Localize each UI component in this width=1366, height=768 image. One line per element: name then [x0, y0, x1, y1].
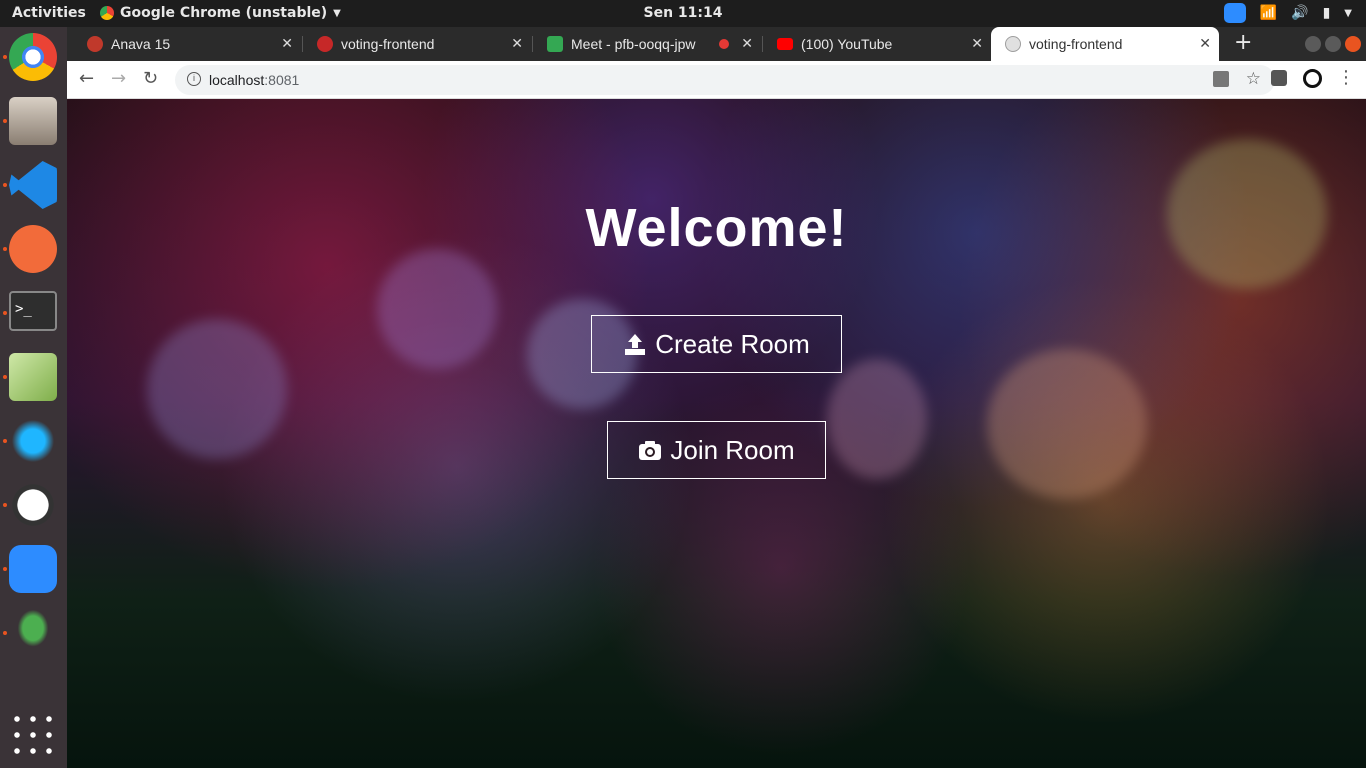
background-bokeh: [147, 319, 287, 459]
create-room-button[interactable]: Create Room: [591, 315, 842, 373]
close-icon[interactable]: ✕: [281, 35, 293, 52]
dock: >_: [0, 27, 67, 768]
youtube-icon: [777, 38, 793, 50]
running-indicator: [3, 567, 7, 571]
bookmark-star-icon[interactable]: ☆: [1246, 69, 1261, 89]
splash-app-icon[interactable]: [9, 417, 57, 465]
zoom-tray-icon[interactable]: [1223, 3, 1246, 23]
running-indicator: [3, 503, 7, 507]
running-indicator: [3, 119, 7, 123]
tab[interactable]: (100) YouTube ✕: [763, 27, 991, 61]
zoom-icon[interactable]: [9, 545, 57, 593]
tab-title: voting-frontend: [341, 36, 435, 52]
tab-favicon-icon: [547, 36, 563, 52]
background-bokeh: [827, 359, 927, 479]
terminal-icon[interactable]: >_: [9, 291, 57, 331]
tab-favicon-icon: [317, 36, 333, 52]
app-menu-label: Google Chrome (unstable): [120, 5, 328, 21]
background-bokeh: [987, 349, 1147, 499]
postman-icon[interactable]: [9, 225, 57, 273]
wifi-icon: 📶: [1259, 5, 1278, 21]
forward-arrow-icon[interactable]: →: [111, 68, 126, 89]
app-menu[interactable]: Google Chrome (unstable) ▼: [100, 5, 341, 21]
address-bar[interactable]: i localhost:8081 ☆: [175, 65, 1275, 95]
image-viewer-icon[interactable]: [9, 353, 57, 401]
tab-strip: Anava 15 ✕ voting-frontend ✕ Meet - pfb-…: [67, 27, 1366, 61]
tab[interactable]: Meet - pfb-ooqq-jpw ✕: [533, 27, 761, 61]
chrome-icon: [100, 6, 114, 20]
menu-kebab-icon[interactable]: ⋮: [1337, 67, 1355, 88]
translate-icon[interactable]: [1213, 71, 1229, 87]
page-title: Welcome!: [585, 198, 848, 258]
tab[interactable]: voting-frontend ✕: [303, 27, 531, 61]
chevron-down-icon: ▼: [1344, 7, 1352, 19]
reload-icon[interactable]: ↻: [143, 68, 158, 89]
browser-toolbar: ← → ↻ i localhost:8081 ☆ ⋮: [67, 61, 1366, 99]
app-grid-icon[interactable]: [9, 711, 57, 759]
extensions-icon[interactable]: [1271, 70, 1287, 86]
tab-title: Anava 15: [111, 36, 171, 52]
minimize-button[interactable]: [1305, 36, 1321, 52]
running-indicator: [3, 183, 7, 187]
camera-icon: [639, 441, 662, 460]
tab-favicon-icon: [1005, 36, 1021, 52]
running-indicator: [3, 311, 7, 315]
activities-button[interactable]: Activities: [12, 5, 86, 21]
battery-icon: ▮: [1322, 5, 1331, 21]
tab-title: (100) YouTube: [801, 36, 893, 52]
page-content: Welcome! Create Room Join Room: [67, 99, 1366, 768]
maximize-button[interactable]: [1325, 36, 1341, 52]
join-room-label: Join Room: [670, 434, 795, 465]
close-icon[interactable]: ✕: [741, 35, 753, 52]
url-host: localhost: [209, 72, 265, 88]
clock[interactable]: Sen 11:14: [644, 5, 723, 21]
close-icon[interactable]: ✕: [971, 35, 983, 52]
running-indicator: [3, 631, 7, 635]
url-text: localhost:8081: [209, 72, 299, 88]
back-arrow-icon[interactable]: ←: [79, 68, 94, 89]
volume-icon: 🔊: [1291, 5, 1309, 21]
profile-icon[interactable]: [1303, 69, 1322, 88]
url-port: :8081: [264, 72, 300, 88]
running-indicator: [3, 439, 7, 443]
running-indicator: [3, 375, 7, 379]
running-indicator: [3, 55, 7, 59]
running-indicator: [3, 247, 7, 251]
background-bokeh: [377, 249, 497, 369]
close-icon[interactable]: ✕: [511, 35, 523, 52]
tab-favicon-icon: [87, 36, 103, 52]
close-icon[interactable]: ✕: [1199, 35, 1211, 52]
chevron-down-icon: ▼: [333, 7, 341, 19]
tab-active[interactable]: voting-frontend ✕: [991, 27, 1219, 61]
files-icon[interactable]: [9, 97, 57, 145]
tab[interactable]: Anava 15 ✕: [73, 27, 301, 61]
tab-title: voting-frontend: [1029, 36, 1123, 52]
tab-title: Meet - pfb-ooqq-jpw: [571, 36, 696, 52]
rocket-app-icon[interactable]: [9, 609, 57, 657]
create-room-label: Create Room: [655, 328, 810, 359]
join-room-button[interactable]: Join Room: [607, 421, 826, 479]
new-tab-button[interactable]: +: [1234, 30, 1252, 55]
upload-icon: [625, 334, 646, 355]
vscode-icon[interactable]: [9, 161, 57, 209]
chrome-dev-icon[interactable]: [9, 33, 57, 81]
site-info-icon[interactable]: i: [187, 72, 201, 86]
close-window-button[interactable]: [1345, 36, 1361, 52]
system-tray[interactable]: 📶 🔊 ▮ ▼: [1223, 3, 1352, 23]
recording-dot-icon: [719, 39, 729, 49]
software-updater-icon[interactable]: [9, 481, 57, 529]
gnome-top-bar: Activities Google Chrome (unstable) ▼ Se…: [0, 0, 1366, 27]
